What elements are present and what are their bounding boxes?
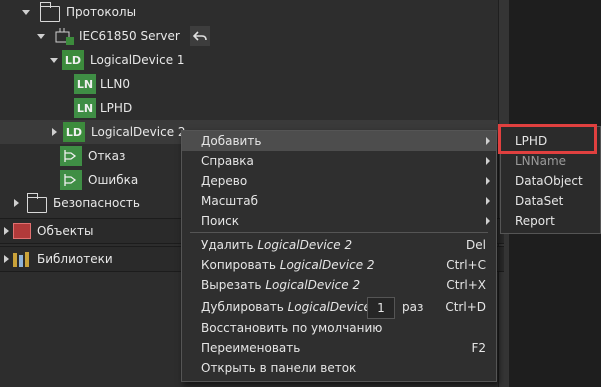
- tree-item-lln0[interactable]: LN LLN0: [74, 72, 130, 96]
- tree-item-server[interactable]: IEC61850 Server: [37, 24, 210, 48]
- menu-label: Дублировать LogicalDevice 2: [201, 300, 382, 314]
- tree-label: Протоколы: [66, 5, 137, 19]
- submenu-arrow-icon: [486, 197, 490, 205]
- expand-icon[interactable]: [4, 227, 9, 235]
- menu-label: Масштаб: [201, 194, 259, 208]
- tree-label: LLN0: [100, 77, 130, 91]
- tree-item-lphd[interactable]: LN LPHD: [74, 96, 132, 120]
- menu-item-open-branch-panel[interactable]: Открыть в панели веток: [182, 358, 496, 378]
- back-arrow-icon[interactable]: [189, 26, 210, 46]
- ld-badge-icon: LD: [62, 50, 84, 70]
- menu-item-add[interactable]: Добавить: [182, 131, 496, 151]
- menu-verb: Вырезать: [201, 278, 262, 292]
- submenu-label: DataSet: [515, 194, 564, 208]
- highlight-annotation-box: [498, 124, 597, 154]
- duplicate-count-input[interactable]: 1: [367, 297, 395, 319]
- menu-item-help[interactable]: Справка: [182, 151, 496, 171]
- context-menu: Добавить Справка Дерево Масштаб Поиск Уд…: [181, 130, 497, 382]
- expand-icon[interactable]: [52, 128, 57, 136]
- tree-item-security[interactable]: Безопасность: [14, 191, 140, 215]
- ln-badge-icon: LN: [74, 74, 96, 94]
- menu-target: LogicalDevice 2: [265, 278, 361, 292]
- submenu-label: DataObject: [515, 174, 583, 188]
- folder-icon: [40, 2, 60, 22]
- menu-item-cut[interactable]: Вырезать LogicalDevice 2 Ctrl+X: [182, 275, 496, 295]
- submenu-arrow-icon: [486, 177, 490, 185]
- menu-item-tree[interactable]: Дерево: [182, 171, 496, 191]
- tree-label: LogicalDevice 2: [91, 125, 186, 139]
- menu-label: Вырезать LogicalDevice 2: [201, 278, 360, 292]
- menu-label: Копировать LogicalDevice 2: [201, 258, 375, 272]
- menu-verb: Удалить: [201, 238, 254, 252]
- submenu-item-dataobject[interactable]: DataObject: [501, 171, 600, 191]
- tree-label: Безопасность: [53, 196, 140, 210]
- section-label: Библиотеки: [37, 252, 113, 266]
- menu-label: Восстановить по умолчанию: [201, 321, 383, 335]
- menu-label: Переименовать: [201, 341, 301, 355]
- event-icon: [60, 146, 82, 166]
- menu-divider: [190, 232, 488, 233]
- tree-item-ld1[interactable]: LD LogicalDevice 1: [50, 48, 185, 72]
- tree-item-protocols[interactable]: Протоколы: [22, 0, 136, 24]
- event-icon: [60, 170, 82, 190]
- menu-item-delete[interactable]: Удалить LogicalDevice 2 Del: [182, 235, 496, 255]
- menu-item-search[interactable]: Поиск: [182, 211, 496, 231]
- submenu-arrow-icon: [486, 217, 490, 225]
- menu-target: LogicalDevice 2: [279, 258, 375, 272]
- menu-verb: Копировать: [201, 258, 276, 272]
- submenu-item-report[interactable]: Report: [501, 211, 600, 231]
- menu-item-restore-default[interactable]: Восстановить по умолчанию: [182, 318, 496, 338]
- menu-shortcut: Ctrl+X: [446, 278, 486, 292]
- menu-shortcut: F2: [471, 341, 486, 355]
- duplicate-times-label: раз: [402, 300, 424, 314]
- menu-label: Дерево: [201, 174, 248, 188]
- expand-icon[interactable]: [50, 57, 58, 63]
- menu-item-scale[interactable]: Масштаб: [182, 191, 496, 211]
- submenu-arrow-icon: [486, 137, 490, 145]
- tree-label: IEC61850 Server: [79, 29, 180, 43]
- submenu-arrow-icon: [486, 157, 490, 165]
- menu-item-rename[interactable]: Переименовать F2: [182, 338, 496, 358]
- menu-shortcut: Ctrl+D: [445, 300, 486, 314]
- libraries-icon: [13, 251, 31, 267]
- folder-icon: [27, 193, 47, 213]
- tree-label: Ошибка: [88, 173, 139, 187]
- submenu-label: LNName: [515, 154, 567, 168]
- objects-icon: [13, 223, 31, 239]
- menu-label: Поиск: [201, 214, 240, 228]
- menu-verb: Дублировать: [201, 300, 284, 314]
- tree-item-refusal[interactable]: Отказ: [60, 144, 125, 168]
- menu-shortcut: Del: [466, 238, 486, 252]
- menu-label: Справка: [201, 154, 254, 168]
- section-label: Объекты: [37, 224, 94, 238]
- tree-label: LogicalDevice 1: [90, 53, 185, 67]
- menu-item-duplicate[interactable]: Дублировать LogicalDevice 2 1 раз Ctrl+D: [182, 295, 496, 319]
- tree-label: LPHD: [100, 101, 133, 115]
- tree-label: Отказ: [88, 149, 126, 163]
- menu-label: Добавить: [201, 134, 262, 148]
- expand-icon[interactable]: [37, 33, 45, 39]
- expand-icon[interactable]: [4, 255, 9, 263]
- menu-label: Открыть в панели веток: [201, 361, 357, 375]
- tree-item-error[interactable]: Ошибка: [60, 168, 138, 192]
- menu-label: Удалить LogicalDevice 2: [201, 238, 352, 252]
- ln-badge-icon: LN: [74, 98, 96, 118]
- menu-target: LogicalDevice 2: [257, 238, 353, 252]
- submenu-item-dataset[interactable]: DataSet: [501, 191, 600, 211]
- section-libraries-header[interactable]: Библиотеки: [4, 247, 113, 271]
- ld-badge-icon: LD: [63, 122, 85, 142]
- expand-icon[interactable]: [22, 9, 30, 15]
- expand-icon[interactable]: [14, 199, 19, 207]
- menu-item-copy[interactable]: Копировать LogicalDevice 2 Ctrl+C: [182, 255, 496, 275]
- submenu-item-lnname[interactable]: LNName: [501, 151, 600, 171]
- menu-shortcut: Ctrl+C: [446, 258, 486, 272]
- server-icon: [53, 26, 75, 46]
- submenu-label: Report: [515, 214, 555, 228]
- section-objects-header[interactable]: Объекты: [4, 219, 93, 243]
